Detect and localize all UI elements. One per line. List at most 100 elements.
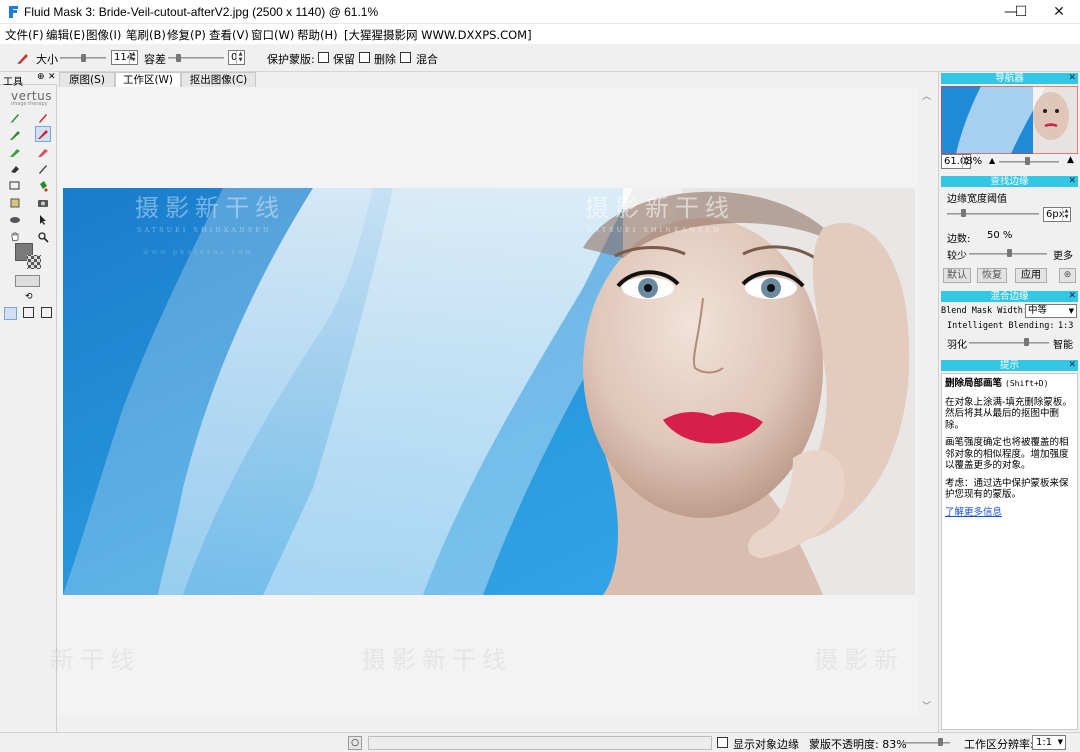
apply-button[interactable]: 应用 bbox=[1015, 268, 1047, 283]
image-canvas[interactable]: 摄影新干线 SATSUEI SHINKANSEN www.photosns.co… bbox=[63, 188, 915, 595]
fill-bucket-icon bbox=[40, 181, 48, 192]
navigator-title: 导航器 bbox=[995, 73, 1024, 84]
close-icon[interactable]: ✕ bbox=[1068, 291, 1076, 302]
local-keep-tool[interactable] bbox=[7, 127, 23, 143]
menu-view[interactable]: 查看(V) bbox=[209, 27, 249, 43]
magnifier-icon bbox=[38, 232, 49, 243]
watermark-main-right: 摄影新干线 bbox=[585, 194, 735, 222]
tolerance-slider-thumb[interactable] bbox=[176, 54, 181, 62]
menu-file[interactable]: 文件(F) bbox=[5, 27, 44, 43]
view-tabs: 原图(S) 工作区(W) 抠出图像(C) bbox=[58, 72, 936, 87]
navigator-preview[interactable] bbox=[941, 86, 1078, 154]
menu-brush[interactable]: 笔刷(B) bbox=[126, 27, 166, 43]
snapshot-tool[interactable] bbox=[35, 195, 51, 211]
arrow-pointer-icon bbox=[40, 215, 46, 225]
local-delete-tool[interactable] bbox=[35, 126, 51, 142]
zoom-out-icon[interactable]: ▲ bbox=[989, 156, 995, 165]
size-input[interactable]: 114 ▲ ▼ bbox=[111, 50, 138, 65]
scroll-down-icon[interactable]: ﹀ bbox=[922, 699, 931, 712]
tolerance-input[interactable]: 0 ▲ ▼ bbox=[228, 50, 245, 65]
blend-checkbox[interactable] bbox=[400, 52, 411, 63]
tab-cutout[interactable]: 抠出图像(C) bbox=[181, 72, 256, 87]
edges-label: 边数: bbox=[947, 234, 971, 245]
view-mode-3-icon[interactable] bbox=[41, 307, 52, 318]
spin-arrows-icon[interactable]: ▲ ▼ bbox=[1062, 208, 1070, 221]
fill-tool[interactable] bbox=[35, 178, 51, 194]
size-slider-thumb[interactable] bbox=[81, 54, 86, 62]
swap-colors-icon[interactable] bbox=[15, 275, 40, 287]
brush-icon bbox=[17, 54, 28, 64]
show-edges-checkbox[interactable] bbox=[717, 737, 728, 748]
restore-button[interactable]: 恢复 bbox=[977, 268, 1007, 283]
menu-bar: 文件(F) 编辑(E) 图像(I) 笔刷(B) 修复(P) 查看(V) 窗口(W… bbox=[0, 24, 1080, 44]
nav-zoom-input[interactable]: 61.08% ▲ ▼ bbox=[941, 154, 982, 169]
watermark-url-left: www.photosns.com bbox=[143, 248, 254, 256]
brush-red-icon bbox=[39, 114, 47, 123]
show-edges-label: 显示对象边缘 bbox=[733, 738, 799, 751]
keep-checkbox[interactable] bbox=[318, 52, 329, 63]
close-icon[interactable]: ✕ bbox=[1068, 360, 1076, 371]
brush-delete-tool[interactable] bbox=[35, 110, 51, 126]
view-mode-1-icon[interactable] bbox=[4, 307, 17, 320]
tab-original[interactable]: 原图(S) bbox=[59, 72, 115, 87]
tool-panel: 工具 ⊕ ✕ vertus image therapy ⟲ bbox=[0, 72, 57, 732]
background-color-swatch[interactable] bbox=[27, 255, 41, 269]
zoom-tool[interactable] bbox=[35, 229, 51, 245]
zoom-in-icon[interactable]: ▲ bbox=[1067, 155, 1074, 165]
brush-red-icon bbox=[38, 130, 48, 139]
smudge-tool[interactable] bbox=[7, 212, 23, 228]
tolerance-label: 容差 bbox=[144, 53, 166, 66]
find-edges-title: 查找边缘 bbox=[990, 176, 1029, 187]
spin-arrows-icon[interactable]: ▲ ▼ bbox=[962, 155, 970, 168]
feather-slider[interactable] bbox=[969, 342, 1049, 344]
eraser-tool[interactable] bbox=[7, 161, 23, 177]
patch-tool[interactable] bbox=[7, 195, 23, 211]
delete-checkbox[interactable] bbox=[359, 52, 370, 63]
menu-image[interactable]: 图像(I) bbox=[86, 27, 121, 43]
hint-header: 提示 ✕ bbox=[941, 360, 1078, 371]
view-mode-2-icon[interactable] bbox=[23, 307, 34, 318]
options-icon[interactable]: ⊛ bbox=[1059, 268, 1076, 283]
close-icon[interactable]: ✕ bbox=[48, 72, 56, 82]
resolution-select[interactable]: 1:1 ▼ bbox=[1032, 735, 1066, 750]
brush-keep-tool[interactable] bbox=[7, 110, 23, 126]
learn-more-link[interactable]: 了解更多信息 bbox=[945, 507, 1074, 519]
rect-select-tool[interactable] bbox=[7, 178, 23, 194]
patch-delete-tool[interactable] bbox=[35, 144, 51, 160]
vertical-scrollbar[interactable]: ︿ ﹀ bbox=[918, 87, 936, 715]
menu-window[interactable]: 窗口(W) bbox=[251, 27, 294, 43]
menu-edit[interactable]: 编辑(E) bbox=[46, 27, 85, 43]
default-button[interactable]: 默认 bbox=[943, 268, 971, 283]
tab-workspace[interactable]: 工作区(W) bbox=[115, 72, 181, 87]
exact-brush-tool[interactable] bbox=[35, 161, 51, 177]
scroll-up-icon[interactable]: ︿ bbox=[922, 89, 931, 102]
close-icon[interactable]: ✕ bbox=[1068, 73, 1076, 84]
protect-mask-label: 保护蒙版: bbox=[267, 53, 315, 66]
menu-repair[interactable]: 修复(P) bbox=[167, 27, 206, 43]
mask-opacity-thumb[interactable] bbox=[938, 738, 943, 746]
tool-panel-header: 工具 ⊕ ✕ bbox=[0, 72, 57, 88]
edge-threshold-thumb[interactable] bbox=[961, 209, 966, 217]
refresh-icon[interactable]: ⟲ bbox=[25, 292, 33, 302]
hand-icon bbox=[11, 232, 19, 242]
rectangle-select-icon bbox=[9, 181, 20, 190]
close-button[interactable]: ✕ bbox=[1036, 0, 1080, 24]
edges-thumb[interactable] bbox=[1007, 249, 1012, 257]
pointer-tool[interactable] bbox=[35, 212, 51, 228]
feather-thumb[interactable] bbox=[1024, 338, 1029, 346]
status-circle-icon[interactable]: ○ bbox=[348, 736, 362, 750]
menu-help[interactable]: 帮助(H) bbox=[297, 27, 338, 43]
patch-keep-tool[interactable] bbox=[7, 144, 23, 160]
navigator-header: 导航器 ✕ bbox=[941, 73, 1078, 84]
size-label: 大小 bbox=[36, 53, 58, 66]
menu-site-link[interactable]: [大猩猩摄影网 WWW.DXXPS.COM] bbox=[344, 27, 532, 43]
horizontal-scrollbar[interactable] bbox=[58, 715, 936, 732]
delete-label: 删除 bbox=[374, 53, 396, 66]
spin-arrows-icon[interactable]: ▲ ▼ bbox=[236, 51, 244, 64]
spin-arrows-icon[interactable]: ▲ ▼ bbox=[129, 51, 137, 64]
pin-icon[interactable]: ⊕ bbox=[37, 72, 45, 82]
edge-threshold-input[interactable]: 6px ▲ ▼ bbox=[1043, 207, 1071, 222]
blend-mask-width-select[interactable]: 中等 ▼ bbox=[1025, 304, 1077, 318]
nav-zoom-thumb[interactable] bbox=[1025, 157, 1030, 165]
close-icon[interactable]: ✕ bbox=[1068, 176, 1076, 187]
